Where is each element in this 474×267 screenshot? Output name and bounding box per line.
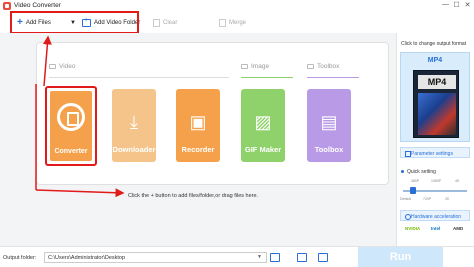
output-folder-label: Output folder: xyxy=(3,255,37,261)
clear-button[interactable]: Clear xyxy=(153,17,177,29)
download-icon: ⤓ xyxy=(130,112,138,132)
output-folder-dropdown-icon[interactable]: ▼ xyxy=(257,254,262,260)
drop-hint: Click the + button to add files/folder,o… xyxy=(128,193,259,199)
downloader-tile[interactable]: ⤓ Downloader xyxy=(112,89,156,162)
annotation-highlight-toolbar xyxy=(10,11,139,34)
converter-icon xyxy=(57,103,85,131)
intel-logo: Intel xyxy=(431,226,441,231)
output-folder-field[interactable]: C:\Users\Administrator\Desktop xyxy=(44,252,267,263)
section-toolbox: Toolbox xyxy=(307,63,339,70)
recorder-label: Recorder xyxy=(181,145,215,154)
recorder-icon: ▣ xyxy=(189,112,207,132)
window-title: Video Converter xyxy=(14,2,61,9)
parameter-settings-button[interactable]: Parameter settings xyxy=(400,147,470,158)
toolbox-icon: ▤ xyxy=(320,112,338,132)
toolbox-label: Toolbox xyxy=(314,145,344,154)
run-button[interactable]: Run xyxy=(358,247,443,267)
format-name: MP4 xyxy=(427,57,443,64)
merge-button[interactable]: Merge xyxy=(219,17,246,29)
bottom-bar: Output folder: C:\Users\Administrator\De… xyxy=(0,246,474,267)
image-icon xyxy=(241,64,248,69)
video-icon xyxy=(49,64,56,69)
toolbox-section-icon xyxy=(307,64,314,69)
gif-maker-label: GIF Maker xyxy=(244,145,282,154)
tool-card: Video Image Toolbox Converter ⤓ Download… xyxy=(36,42,389,185)
quality-tick: 480P xyxy=(411,179,420,183)
quality-tick: 1080P xyxy=(431,179,442,183)
app-logo-icon xyxy=(3,2,11,10)
section-divider xyxy=(241,77,293,78)
format-badge: MP4 xyxy=(418,75,456,89)
maximize-button[interactable]: ☐ xyxy=(452,1,461,9)
converter-label: Converter xyxy=(54,148,88,155)
section-video: Video xyxy=(49,63,76,70)
nvidia-logo: NVIDIA xyxy=(405,226,421,231)
browse-folder-icon[interactable] xyxy=(270,253,280,262)
quality-sub: 720P xyxy=(423,197,432,201)
gif-maker-tile[interactable]: ▨ GIF Maker xyxy=(241,89,285,162)
toolbox-tile[interactable]: ▤ Toolbox xyxy=(307,89,351,162)
recorder-tile[interactable]: ▣ Recorder xyxy=(176,89,220,162)
clear-label: Clear xyxy=(163,20,178,26)
output-format-selector[interactable]: MP4 MP4 xyxy=(400,52,470,142)
format-artwork xyxy=(418,93,456,135)
section-image: Image xyxy=(241,63,269,70)
format-thumbnail: MP4 xyxy=(413,70,459,138)
merge-label: Merge xyxy=(229,20,247,26)
section-video-label: Video xyxy=(59,63,76,70)
quality-sub: 2K xyxy=(445,197,450,201)
output-settings-icon[interactable] xyxy=(318,253,328,262)
section-divider xyxy=(49,77,229,78)
section-toolbox-label: Toolbox xyxy=(317,63,340,70)
close-button[interactable]: ✕ xyxy=(463,1,472,9)
open-folder-icon[interactable] xyxy=(297,253,307,262)
section-divider xyxy=(307,77,359,78)
output-format-panel: Click to change output format MP4 MP4 Pa… xyxy=(396,33,474,246)
section-image-label: Image xyxy=(251,63,270,70)
downloader-label: Downloader xyxy=(112,145,156,154)
quick-setting-label: Quick setting xyxy=(401,169,436,175)
output-format-title: Click to change output format xyxy=(401,41,467,47)
quality-tick: 4K xyxy=(455,179,460,183)
converter-tile[interactable]: Converter xyxy=(45,86,97,166)
converter-tile-body: Converter xyxy=(50,91,92,161)
amd-logo: AMD xyxy=(453,226,464,231)
hardware-acceleration-button[interactable]: Hardware acceleration xyxy=(400,210,470,221)
trash-icon xyxy=(153,19,160,27)
quality-slider-handle[interactable] xyxy=(409,187,416,194)
minimize-button[interactable]: — xyxy=(441,1,450,8)
image-icon: ▨ xyxy=(254,112,272,132)
drop-area[interactable]: Video Image Toolbox Converter ⤓ Download… xyxy=(0,33,396,246)
quality-sub: Default xyxy=(400,197,412,201)
merge-icon xyxy=(219,19,226,27)
